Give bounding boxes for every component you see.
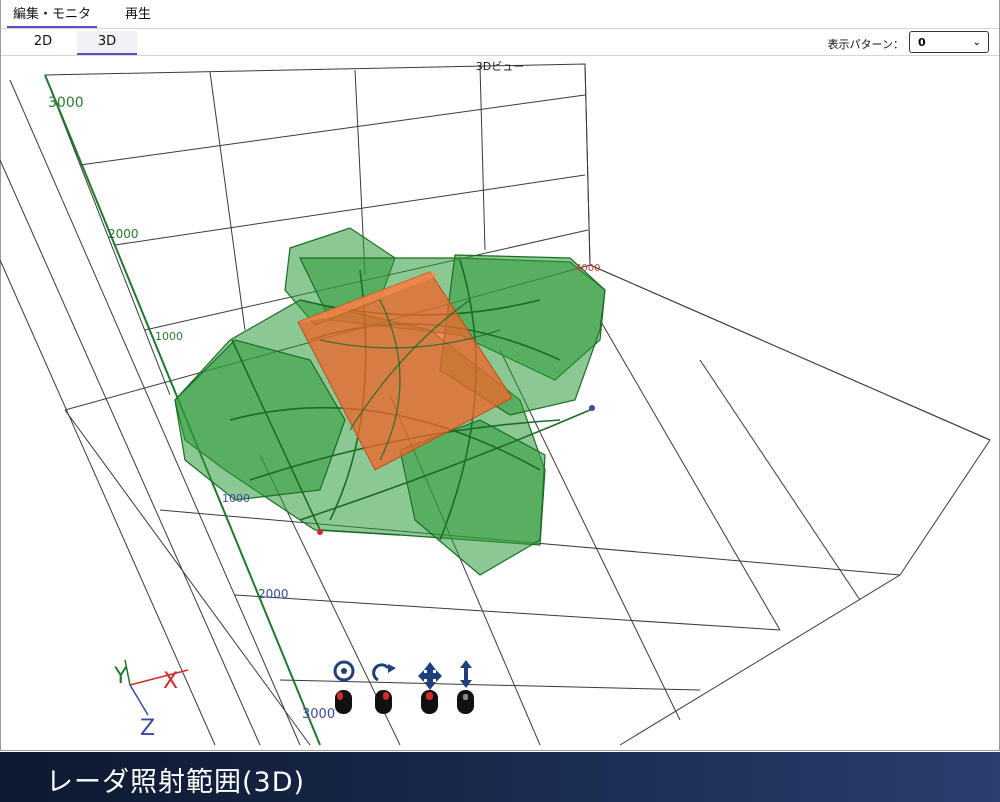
3d-viewport[interactable]: 3000 2000 1000 4000 1000 2000 3000 Y X Z — [0, 0, 1000, 750]
caption-title: レーダ照射範囲(3D) — [46, 767, 306, 798]
pan-control[interactable] — [418, 662, 442, 714]
radar-position-marker — [317, 529, 323, 535]
z-tick-label: 3000 — [302, 707, 335, 722]
grid-line — [599, 319, 781, 631]
grid-line — [619, 574, 901, 746]
gizmo-y-label: Y — [113, 664, 128, 689]
orbit-arrow-icon — [388, 664, 396, 673]
mouse-right-button-icon — [383, 692, 389, 700]
x-tick-label: 4000 — [575, 263, 600, 274]
grid-line — [279, 679, 701, 691]
grid-line — [584, 63, 591, 266]
gizmo-x-label: X — [163, 669, 178, 694]
grid-line — [899, 439, 991, 576]
grid-line — [209, 71, 246, 331]
orientation-gizmo: Y X Z — [113, 659, 189, 741]
mouse-wheel-icon — [463, 694, 468, 700]
orbit-icon — [372, 663, 390, 682]
mouse-icon — [457, 690, 474, 714]
y-tick-label: 2000 — [108, 227, 139, 241]
orbit-control[interactable] — [372, 663, 396, 714]
y-tick-label: 1000 — [155, 330, 183, 343]
rotate-control[interactable] — [333, 660, 355, 714]
z-tick-label: 2000 — [258, 587, 289, 601]
gizmo-x-line — [129, 669, 189, 686]
z-tick-label: 1000 — [222, 492, 250, 505]
grid-line — [479, 65, 486, 251]
zoom-control[interactable] — [457, 660, 474, 714]
radar-position-marker — [589, 405, 595, 411]
grid-line — [589, 264, 991, 441]
y-tick-label: 3000 — [48, 95, 84, 111]
pan-icon — [418, 662, 442, 690]
navigation-controls — [333, 660, 474, 714]
mouse-middle-button-icon — [426, 692, 433, 700]
gizmo-z-label: Z — [140, 716, 155, 741]
zoom-icon — [460, 660, 472, 688]
grid-line — [79, 94, 586, 166]
mouse-left-button-icon — [337, 692, 343, 700]
caption-bar: レーダ照射範囲(3D) — [0, 752, 1000, 802]
gizmo-z-line — [129, 684, 149, 716]
rotate-icon-center — [341, 668, 347, 674]
grid-line — [234, 594, 781, 631]
